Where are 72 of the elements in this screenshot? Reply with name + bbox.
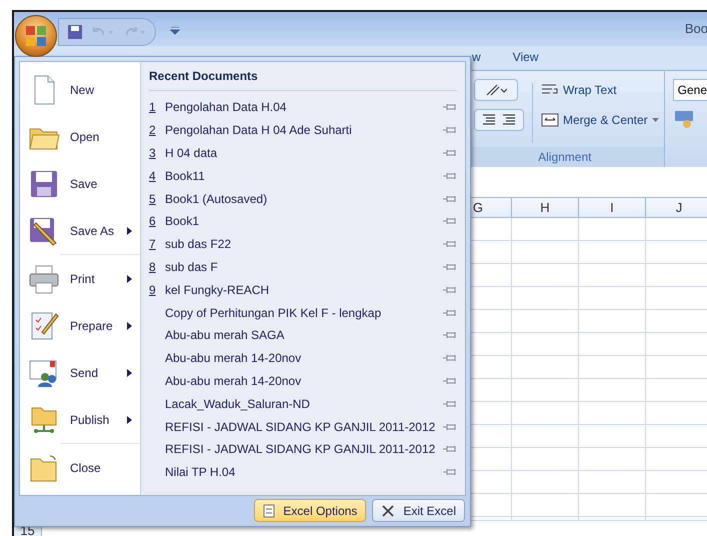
menu-command[interactable]: New	[20, 66, 140, 113]
menu-command[interactable]: Save As	[20, 207, 140, 254]
pin-icon[interactable]	[443, 330, 457, 340]
recent-document[interactable]: 5 Book1 (Autosaved)	[149, 190, 443, 208]
number-format-field[interactable]: Gene	[672, 79, 707, 101]
pin-icon[interactable]	[443, 125, 457, 136]
merge-center-button[interactable]: Merge & Center	[540, 109, 659, 131]
recent-document[interactable]: 4 Book11	[149, 166, 443, 185]
menu-command[interactable]: Print	[20, 255, 140, 302]
recent-document[interactable]: 1 Pengolahan Data H.04	[149, 98, 443, 116]
pin-icon[interactable]	[443, 216, 457, 226]
submenu-arrow-icon	[127, 322, 132, 330]
pin-icon[interactable]	[443, 398, 457, 409]
dropdown-arrow-icon	[652, 118, 659, 122]
submenu-arrow-icon	[127, 416, 132, 424]
recent-document[interactable]: Copy of Perhitungan PIK Kel F - lengkap	[149, 304, 443, 322]
pin-icon[interactable]	[443, 102, 457, 112]
indent-buttons[interactable]	[474, 109, 524, 131]
submenu-arrow-icon	[127, 226, 132, 234]
exit-excel-button[interactable]: Exit Excel	[372, 499, 465, 522]
column-header[interactable]: J	[644, 198, 707, 217]
submenu-arrow-icon	[127, 274, 132, 282]
pin-icon[interactable]	[443, 194, 457, 204]
column-header[interactable]: H	[510, 198, 578, 217]
wrap-text-button[interactable]: Wrap Text	[540, 79, 659, 101]
ribbon-tab[interactable]: View	[508, 48, 542, 70]
group-label: Alignment	[538, 149, 592, 166]
options-page-icon	[263, 504, 276, 518]
ribbon-tab[interactable]: w	[468, 48, 485, 70]
menu-command[interactable]: Publish	[20, 396, 140, 443]
recent-document[interactable]: 3 H 04 data	[149, 144, 443, 162]
recent-document[interactable]: Abu-abu merah SAGA	[149, 326, 443, 344]
menu-command[interactable]: Open	[20, 113, 140, 160]
slanted-text-icon	[484, 83, 507, 97]
column-header[interactable]: I	[578, 198, 645, 217]
recent-document[interactable]: Abu-abu merah 14-20nov	[149, 349, 443, 368]
submenu-arrow-icon	[127, 368, 132, 376]
pin-icon[interactable]	[443, 262, 457, 272]
menu-command[interactable]: Send	[20, 349, 140, 396]
recent-document[interactable]: REFISI - JADWAL SIDANG KP GANJIL 2011-2012	[149, 418, 443, 436]
pin-icon[interactable]	[443, 353, 457, 364]
merge-cells-icon	[540, 113, 559, 127]
recent-document[interactable]: Abu-abu merah 14-20nov	[149, 372, 443, 390]
recent-document[interactable]: 7 sub das F22	[149, 235, 443, 254]
recent-document[interactable]: 8 sub das F	[149, 258, 443, 276]
pin-icon[interactable]	[443, 467, 457, 478]
menu-command[interactable]: Save	[20, 160, 140, 207]
recent-document[interactable]: Nilai TP H.04	[149, 463, 443, 482]
recent-document[interactable]: 6 Book1	[149, 212, 443, 230]
recent-documents-heading: Recent Documents	[149, 62, 457, 91]
pin-icon[interactable]	[443, 284, 457, 295]
menu-command[interactable]: Prepare	[20, 302, 140, 349]
office-logo-icon	[24, 24, 48, 48]
pin-icon[interactable]	[443, 170, 457, 181]
recent-document[interactable]: REFISI - JADWAL SIDANG KP GANJIL 2011-2012	[149, 440, 443, 458]
menu-command[interactable]: Close	[20, 444, 140, 491]
printer-icon	[28, 262, 60, 294]
recent-document[interactable]: 2 Pengolahan Data H 04 Ade Suharti	[149, 121, 443, 140]
orientation-button[interactable]	[474, 79, 518, 101]
close-icon	[381, 504, 396, 518]
pin-icon[interactable]	[443, 422, 457, 432]
save-icon[interactable]	[67, 24, 83, 40]
customize-toolbar-icon[interactable]	[170, 27, 180, 35]
pin-icon[interactable]	[443, 444, 457, 454]
pin-icon[interactable]	[443, 148, 457, 158]
indent-icon	[480, 114, 517, 126]
recent-document[interactable]: 9 kel Fungky-REACH	[149, 280, 443, 299]
pin-icon[interactable]	[443, 239, 457, 250]
pin-icon[interactable]	[443, 376, 457, 386]
pin-icon[interactable]	[443, 308, 457, 318]
excel-options-button[interactable]: Excel Options	[254, 499, 366, 522]
recent-document[interactable]: Lacak_Waduk_Saluran-ND	[149, 394, 443, 413]
